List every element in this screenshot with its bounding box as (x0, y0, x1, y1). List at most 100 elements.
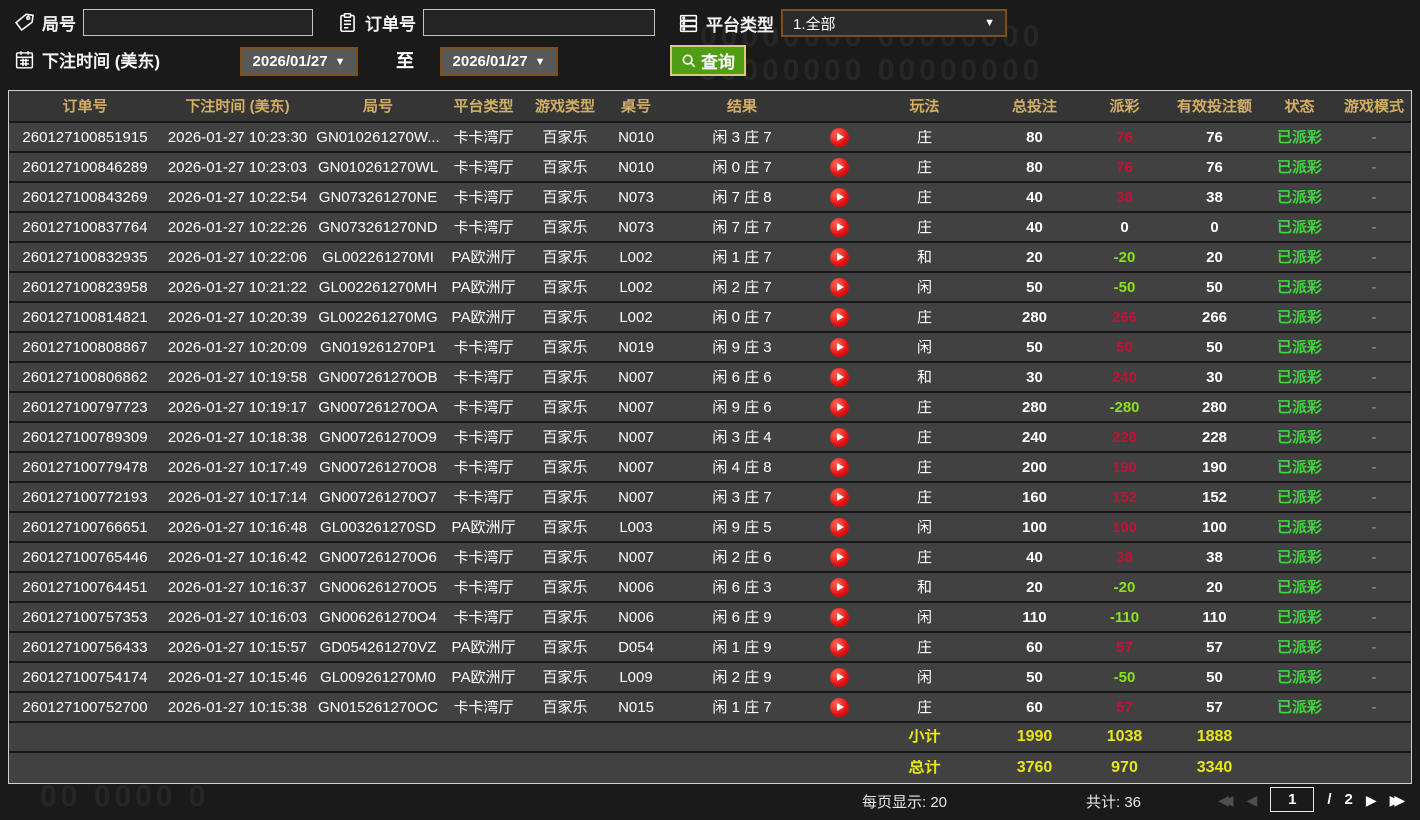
date-to-word: 至 (396, 51, 414, 71)
valid-bet: 30 (1206, 369, 1223, 385)
replay-video-button[interactable] (830, 127, 849, 147)
replay-video-button[interactable] (830, 367, 849, 387)
result: 闲 4 庄 8 (712, 459, 772, 475)
play-icon (837, 583, 844, 591)
game-no: GN006261270O5 (319, 579, 437, 595)
bet-time: 2026-01-27 10:23:03 (167, 159, 308, 175)
play-type: 庄 (916, 459, 932, 475)
replay-video-button[interactable] (830, 547, 849, 567)
column-header: 有效投注额 (1176, 98, 1252, 114)
order-id: 260127100806862 (22, 369, 148, 385)
status: 已派彩 (1276, 669, 1322, 685)
next-page-button[interactable]: ▶ (1366, 793, 1377, 807)
total-bet: 110 (1022, 609, 1047, 625)
game-mode: - (1371, 429, 1377, 445)
payout: 50 (1116, 339, 1133, 355)
game-no: GL003261270SD (320, 519, 436, 535)
game-no: GL009261270M0 (320, 669, 436, 685)
play-icon (837, 673, 844, 681)
date-from-picker[interactable]: 2026/01/27 ▼ (240, 47, 358, 76)
platform-type: 卡卡湾厅 (453, 399, 514, 415)
replay-video-button[interactable] (830, 427, 849, 447)
replay-video-button[interactable] (830, 157, 849, 177)
replay-video-button[interactable] (830, 307, 849, 327)
replay-video-button[interactable] (830, 487, 849, 507)
last-page-button[interactable]: ▶▶ (1390, 793, 1406, 807)
table-no: L002 (619, 309, 653, 325)
platform-select[interactable]: 1.全部 ▼ (781, 9, 1007, 37)
game-no-input[interactable] (83, 9, 313, 36)
play-type: 庄 (916, 219, 932, 235)
game-type: 百家乐 (542, 519, 588, 535)
play-type: 闲 (916, 279, 932, 295)
status: 已派彩 (1276, 519, 1322, 535)
payout: 228 (1111, 429, 1138, 445)
result: 闲 9 庄 5 (712, 519, 772, 535)
query-button[interactable]: 查询 (670, 45, 746, 76)
table-row: 260127100752700 2026-01-27 10:15:38 GN0152… (9, 693, 1411, 723)
valid-bet: 228 (1201, 429, 1228, 445)
table-row: 260127100814821 2026-01-27 10:20:39 GL0022… (9, 303, 1411, 333)
column-header: 状态 (1284, 98, 1315, 114)
replay-video-button[interactable] (830, 517, 849, 537)
payout: 57 (1116, 639, 1133, 655)
search-icon (682, 54, 696, 67)
table-row: 260127100846289 2026-01-27 10:23:03 GN0102… (9, 153, 1411, 183)
total-bet: 100 (1021, 519, 1048, 535)
game-mode: - (1371, 189, 1377, 205)
total-bet: 20 (1026, 579, 1043, 595)
valid-bet: 50 (1206, 279, 1223, 295)
tag-icon (14, 12, 35, 33)
date-to-value: 2026/01/27 (452, 53, 528, 70)
replay-video-button[interactable] (830, 187, 849, 207)
total-bet: 80 (1026, 129, 1043, 145)
first-page-button[interactable]: ◀◀ (1218, 793, 1234, 807)
replay-video-button[interactable] (830, 607, 849, 627)
replay-video-button[interactable] (830, 217, 849, 237)
play-icon (837, 433, 844, 441)
valid-bet: 50 (1206, 669, 1223, 685)
replay-video-button[interactable] (830, 457, 849, 477)
game-type: 百家乐 (542, 549, 588, 565)
prev-page-button[interactable]: ◀ (1247, 793, 1258, 807)
order-no-input[interactable] (423, 9, 655, 36)
bet-time: 2026-01-27 10:23:30 (167, 129, 308, 145)
bet-time: 2026-01-27 10:18:38 (167, 429, 308, 445)
platform-type: 卡卡湾厅 (453, 429, 514, 445)
valid-bet: 20 (1206, 579, 1223, 595)
status: 已派彩 (1276, 279, 1322, 295)
play-icon (837, 553, 844, 561)
table-row: 260127100851915 2026-01-27 10:23:30 GN0102… (9, 123, 1411, 153)
replay-video-button[interactable] (830, 247, 849, 267)
replay-video-button[interactable] (830, 277, 849, 297)
game-type: 百家乐 (542, 489, 588, 505)
replay-video-button[interactable] (830, 577, 849, 597)
total-bet: 200 (1021, 459, 1048, 475)
replay-video-button[interactable] (830, 397, 849, 417)
page-number-input[interactable] (1270, 787, 1315, 812)
platform-type: 卡卡湾厅 (453, 129, 514, 145)
replay-video-button[interactable] (830, 337, 849, 357)
status: 已派彩 (1276, 159, 1322, 175)
status: 已派彩 (1276, 219, 1322, 235)
status: 已派彩 (1276, 369, 1322, 385)
valid-bet: 0 (1210, 219, 1219, 235)
valid-bet: 57 (1206, 639, 1223, 655)
payout: -20 (1113, 579, 1136, 595)
total-bet: 60 (1026, 699, 1043, 715)
payout: -20 (1113, 249, 1136, 265)
total-bet: 50 (1026, 339, 1043, 355)
game-type: 百家乐 (542, 129, 588, 145)
replay-video-button[interactable] (830, 637, 849, 657)
total-bet: 20 (1026, 249, 1043, 265)
table-header-row: 订单号 下注时间 (美东) 局号 平台类型 游戏类型 桌号 结果 玩法 总投注 派彩 有效投注额 状态… (9, 91, 1411, 123)
payout: 152 (1111, 489, 1138, 505)
date-to-picker[interactable]: 2026/01/27 ▼ (440, 47, 558, 76)
game-no: GN007261270OB (318, 369, 438, 385)
game-mode: - (1371, 549, 1377, 565)
subtotal-payout: 1038 (1106, 729, 1143, 745)
replay-video-button[interactable] (830, 697, 849, 717)
column-header: 下注时间 (美东) (185, 98, 290, 114)
replay-video-button[interactable] (830, 667, 849, 687)
result: 闲 6 庄 6 (712, 369, 772, 385)
